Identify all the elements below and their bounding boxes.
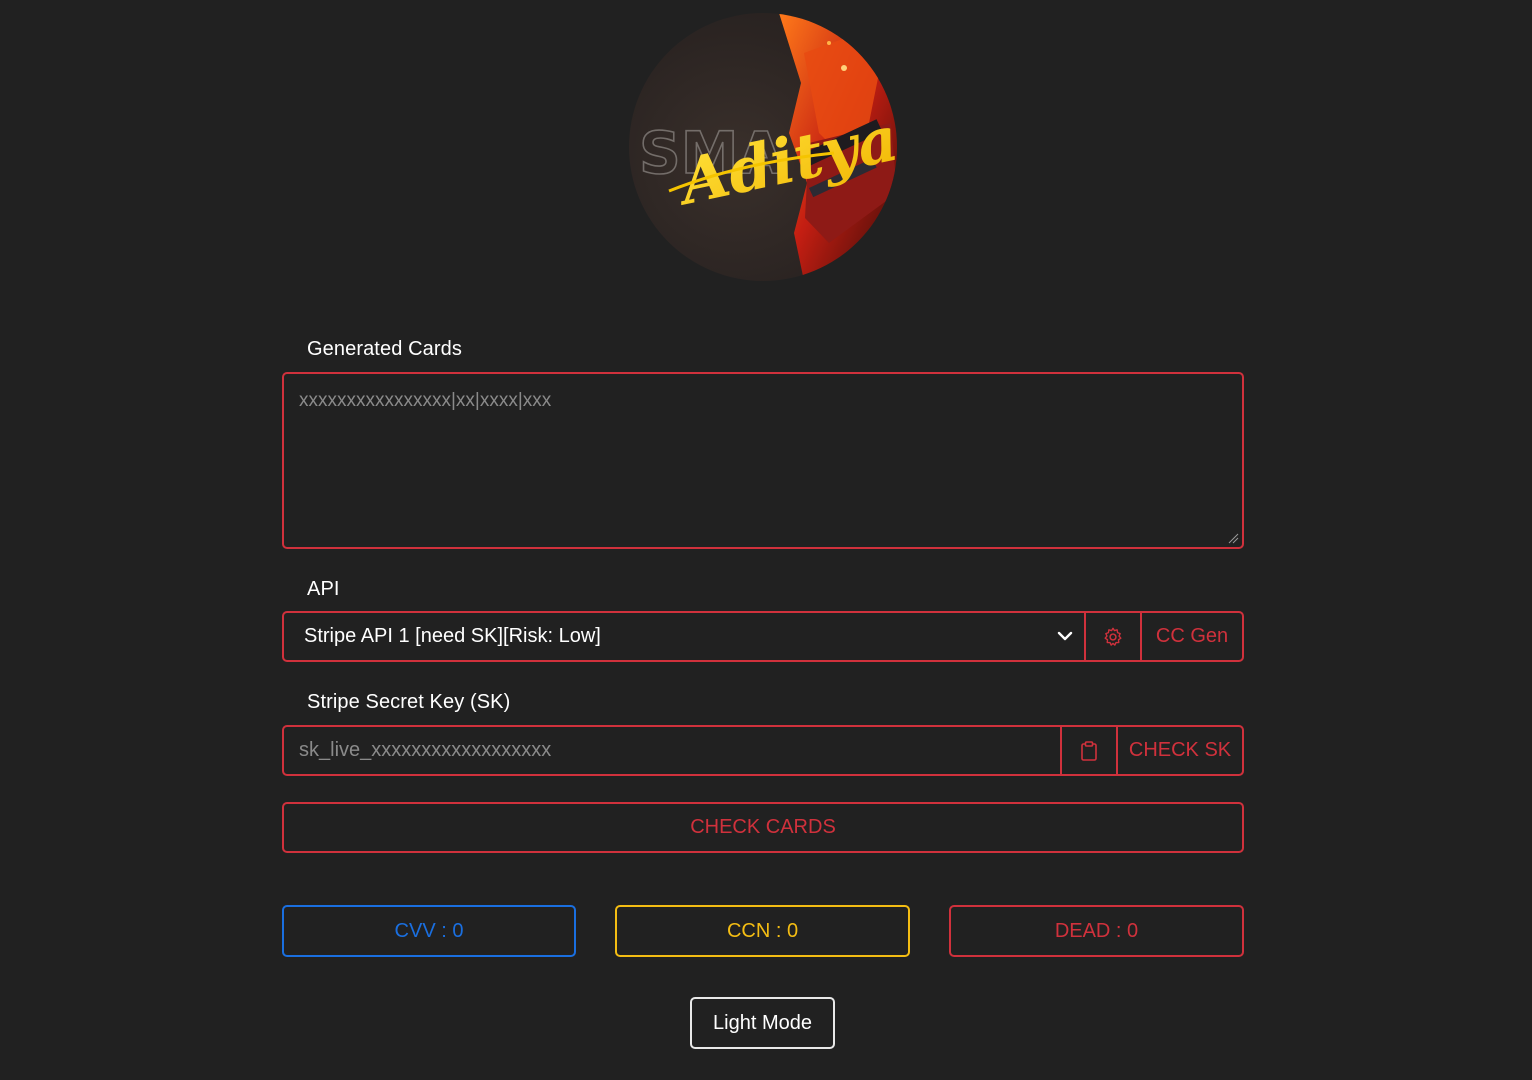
ccn-count-label: CCN : 0 xyxy=(726,919,799,942)
sk-input-group: CHECK SK xyxy=(282,725,1244,776)
sk-label: Stripe Secret Key (SK) xyxy=(307,691,511,713)
light-mode-label: Light Mode xyxy=(713,1011,812,1034)
dead-count-label: DEAD : 0 xyxy=(1054,919,1139,942)
api-label: API xyxy=(307,578,340,600)
chevron-down-icon xyxy=(1057,631,1073,641)
sk-input[interactable] xyxy=(284,727,1060,774)
api-select[interactable]: Stripe API 1 [need SK][Risk: Low] xyxy=(284,613,1084,660)
gear-icon xyxy=(1104,627,1122,646)
sk-input-wrap xyxy=(284,727,1060,774)
api-settings-button[interactable] xyxy=(1084,613,1140,660)
light-mode-button[interactable]: Light Mode xyxy=(690,997,835,1049)
clipboard-icon xyxy=(1081,740,1097,761)
generated-cards-label: Generated Cards xyxy=(307,338,462,360)
page: SMA Aditya Generated Cards API Stripe AP… xyxy=(0,0,1532,1080)
dead-count-button[interactable]: DEAD : 0 xyxy=(949,905,1244,957)
cc-gen-button[interactable]: CC Gen xyxy=(1140,613,1242,660)
check-sk-label: CHECK SK xyxy=(1128,739,1232,761)
cvv-count-label: CVV : 0 xyxy=(394,919,464,942)
logo-avatar: SMA Aditya xyxy=(629,13,897,281)
check-cards-button[interactable]: CHECK CARDS xyxy=(282,802,1244,853)
cc-gen-label: CC Gen xyxy=(1155,625,1229,647)
check-sk-button[interactable]: CHECK SK xyxy=(1116,727,1242,774)
api-input-group: Stripe API 1 [need SK][Risk: Low] CC Gen xyxy=(282,611,1244,662)
ccn-count-button[interactable]: CCN : 0 xyxy=(615,905,910,957)
paste-sk-button[interactable] xyxy=(1060,727,1116,774)
check-cards-label: CHECK CARDS xyxy=(690,816,836,838)
cvv-count-button[interactable]: CVV : 0 xyxy=(282,905,576,957)
generated-cards-textarea[interactable] xyxy=(284,374,1242,547)
api-select-value: Stripe API 1 [need SK][Risk: Low] xyxy=(304,625,601,647)
resize-grip-icon[interactable] xyxy=(1227,532,1239,544)
generated-cards-box xyxy=(282,372,1244,549)
